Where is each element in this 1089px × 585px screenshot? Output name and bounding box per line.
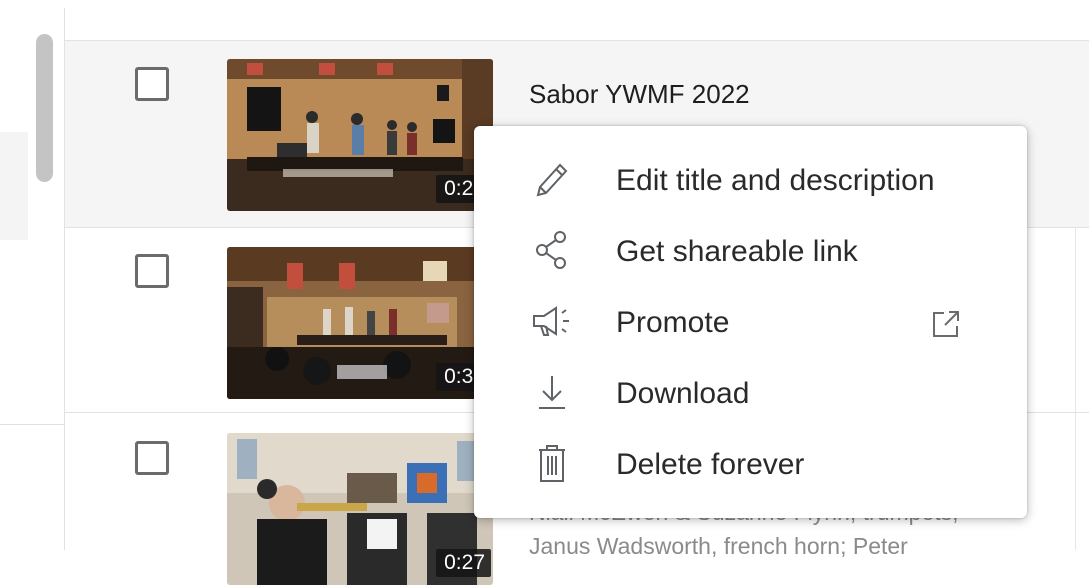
menu-item-share-link[interactable]: Get shareable link bbox=[474, 217, 1027, 279]
external-link-icon bbox=[930, 308, 962, 340]
download-icon bbox=[530, 372, 574, 412]
menu-item-label: Get shareable link bbox=[616, 235, 858, 268]
row-checkbox[interactable] bbox=[135, 441, 169, 475]
sidebar bbox=[0, 0, 65, 550]
video-thumbnail[interactable]: 0:27 bbox=[227, 433, 493, 585]
megaphone-icon bbox=[530, 301, 574, 341]
pencil-icon bbox=[530, 159, 574, 199]
menu-item-label: Delete forever bbox=[616, 448, 805, 481]
row-checkbox[interactable] bbox=[135, 254, 169, 288]
row-checkbox[interactable] bbox=[135, 67, 169, 101]
sidebar-panel bbox=[0, 132, 28, 240]
menu-item-download[interactable]: Download bbox=[474, 359, 1027, 421]
video-duration: 0:27 bbox=[436, 549, 491, 577]
menu-item-edit[interactable]: Edit title and description bbox=[474, 146, 1027, 208]
video-thumbnail[interactable]: 0:31 bbox=[227, 247, 493, 399]
menu-item-label: Promote bbox=[616, 306, 730, 339]
menu-item-delete[interactable]: Delete forever bbox=[474, 430, 1027, 492]
trash-icon bbox=[530, 443, 574, 483]
video-title[interactable]: Sabor YWMF 2022 bbox=[529, 79, 750, 110]
context-menu: Edit title and description Get shareable… bbox=[474, 126, 1027, 518]
share-icon bbox=[530, 230, 574, 270]
video-thumbnail[interactable]: 0:28 bbox=[227, 59, 493, 211]
sidebar-divider bbox=[0, 424, 64, 425]
video-description-line: Janus Wadsworth, french horn; Peter bbox=[529, 533, 908, 559]
menu-item-promote[interactable]: Promote bbox=[474, 288, 1027, 350]
menu-item-label: Download bbox=[616, 377, 750, 410]
scrollbar-thumb[interactable] bbox=[36, 34, 53, 182]
menu-item-label: Edit title and description bbox=[616, 164, 935, 197]
